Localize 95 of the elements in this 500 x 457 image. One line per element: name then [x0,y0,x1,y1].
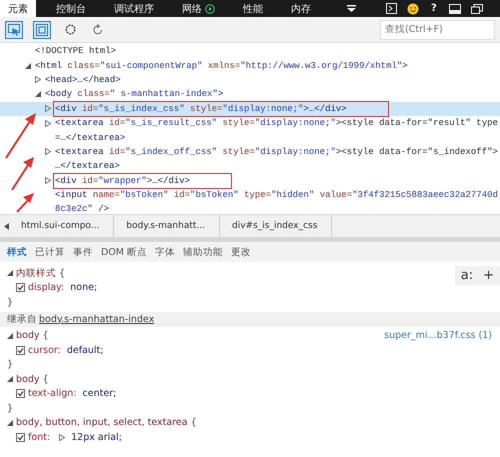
help-button[interactable]: ? [431,0,437,17]
open-brace: { [42,330,49,342]
code-line: …</textarea> [55,160,120,172]
property-name: cursor: [28,344,61,356]
property-name: display: [28,282,64,294]
tab[interactable]: 事件 [73,246,93,258]
tab[interactable]: 网络 [182,0,215,17]
scroll-left-icon[interactable] [4,222,9,230]
rule-selector: 内联样式 [16,266,56,280]
property-name: font: [28,432,50,443]
box-model-icon [36,24,48,36]
console-icon[interactable] [386,3,397,14]
code-line: <div id="s_is_index_css" style="display:none;">…</div> [55,102,387,115]
dock-icon[interactable] [448,4,461,14]
breadcrumb[interactable]: html.sui-compo... [9,215,114,237]
dropdown-icon[interactable] [347,5,356,12]
tab[interactable]: 控制台 [56,0,86,17]
code-line: <div id="wrapper">…</div> [55,174,230,187]
property-name: text-align: [28,388,77,400]
collapsed-icon[interactable] [35,76,41,84]
close-brace: } [7,402,14,414]
rule-selector: body [16,330,40,342]
expanded-icon[interactable] [7,270,13,276]
close-brace: } [7,359,14,370]
expanded-icon[interactable] [7,376,13,382]
undock-icon[interactable] [470,4,483,14]
checkbox[interactable] [16,389,25,398]
checkbox[interactable] [16,283,25,292]
tree-row[interactable]: <div id="s_is_index_css" style="display:none;">…</div> [0,102,500,116]
breadcrumb[interactable]: body.s-manhatt... [114,215,220,237]
tab[interactable]: 性能 [243,0,263,17]
code-line: <textarea id="s_is_result_css" style="display:none;"><style data-for="result" type [55,117,498,130]
code-line: <input name="bsToken" id="bsToken" type="hidden" value="3f4f3215c5883aeec32a27740d [55,189,498,202]
circle-icon [64,24,76,35]
tree-row[interactable]: <body class=" s-manhattan-index"> [0,87,500,102]
annotation-arrow [5,113,36,159]
code-line: <!DOCTYPE html> [35,45,116,58]
code-line: 8c3e2c" /> [55,203,110,214]
open-brace: { [42,374,49,385]
inherited-link[interactable]: body.s-manhattan-index [39,314,154,324]
tab[interactable]: 辅助功能 [183,246,224,258]
open-brace: { [190,417,197,428]
tool-button[interactable] [33,20,51,38]
expanded-icon[interactable] [7,332,13,339]
tab[interactable]: 已计算 [35,246,65,258]
inherited-label: 继承自 [7,312,37,326]
tree-row[interactable]: <div id="wrapper">…</div> [0,174,500,188]
open-brace: { [59,268,66,279]
tab[interactable]: 调试程序 [114,0,154,17]
breadcrumb[interactable]: div#s_is_index_css [220,215,332,237]
tree-row[interactable]: <html class="sui-componentWrap" xmlns="http://www.w3.org/1999/xhtml"> [0,58,500,73]
tab[interactable]: 更改 [231,246,252,258]
code-line: <body class=" s-manhattan-index"> [45,88,224,100]
collapsed-icon[interactable] [59,434,66,441]
source-link[interactable]: super_mi...b37f.css (1) [384,330,492,342]
code-line: <textarea id="s_index_off_css" style="display:none;"><style data-for="s_indexoff"> [55,146,498,158]
property-value: center; [82,388,116,400]
tree-row[interactable]: <textarea id="s_index_off_css" style="display:none;"><style data-for="s_indexoff"> [0,144,500,160]
pane-button[interactable]: a: [460,268,474,283]
tool-button[interactable] [5,20,23,38]
annotation-arrow [11,157,34,191]
close-brace: } [7,296,14,308]
tab[interactable]: 字体 [155,246,176,258]
pane-button[interactable]: + [483,268,494,283]
play-icon [205,4,215,14]
tree-row[interactable]: <textarea id="s_is_result_css" style="display:none;"><style data-for="result" type [0,116,500,130]
checkbox[interactable] [16,432,25,442]
collapsed-icon[interactable] [45,120,51,127]
tree-row[interactable]: <input name="bsToken" id="bsToken" type="hidden" value="3f4f3215c5883aeec32a27740d [0,188,500,202]
select-element-icon [8,24,20,36]
tree-row[interactable]: <head>…</head> [0,72,500,88]
collapsed-icon[interactable] [45,105,51,112]
code-line: <head>…</head> [45,74,121,86]
property-value: default; [66,344,104,356]
checkbox[interactable] [16,346,25,355]
tab[interactable]: 样式 [7,246,27,258]
code-line: <html class="sui-componentWrap" xmlns="http://www.w3.org/1999/xhtml"> [35,60,408,72]
expanded-icon[interactable] [25,62,31,69]
collapsed-icon[interactable] [45,148,51,156]
annotation-arrow [16,193,34,213]
code-line: =…</textarea> [55,132,126,144]
rule-selector: body [16,374,40,385]
rule-selector: body, button, input, select, textarea [16,417,188,428]
expanded-icon[interactable] [35,91,41,98]
refresh-icon [92,24,104,36]
property-value: none; [70,282,98,294]
tree-row[interactable]: <!DOCTYPE html> [0,44,500,58]
tab[interactable]: 元素 [0,0,36,17]
collapsed-icon[interactable] [45,177,51,184]
expanded-icon[interactable] [7,420,13,426]
smiley-icon[interactable] [407,2,419,14]
tab[interactable]: 内存 [291,0,311,17]
search-field[interactable]: 查找(Ctrl+F) [380,20,495,40]
property-value: 12px arial; [71,432,122,443]
tab[interactable]: DOM 断点 [101,246,148,258]
